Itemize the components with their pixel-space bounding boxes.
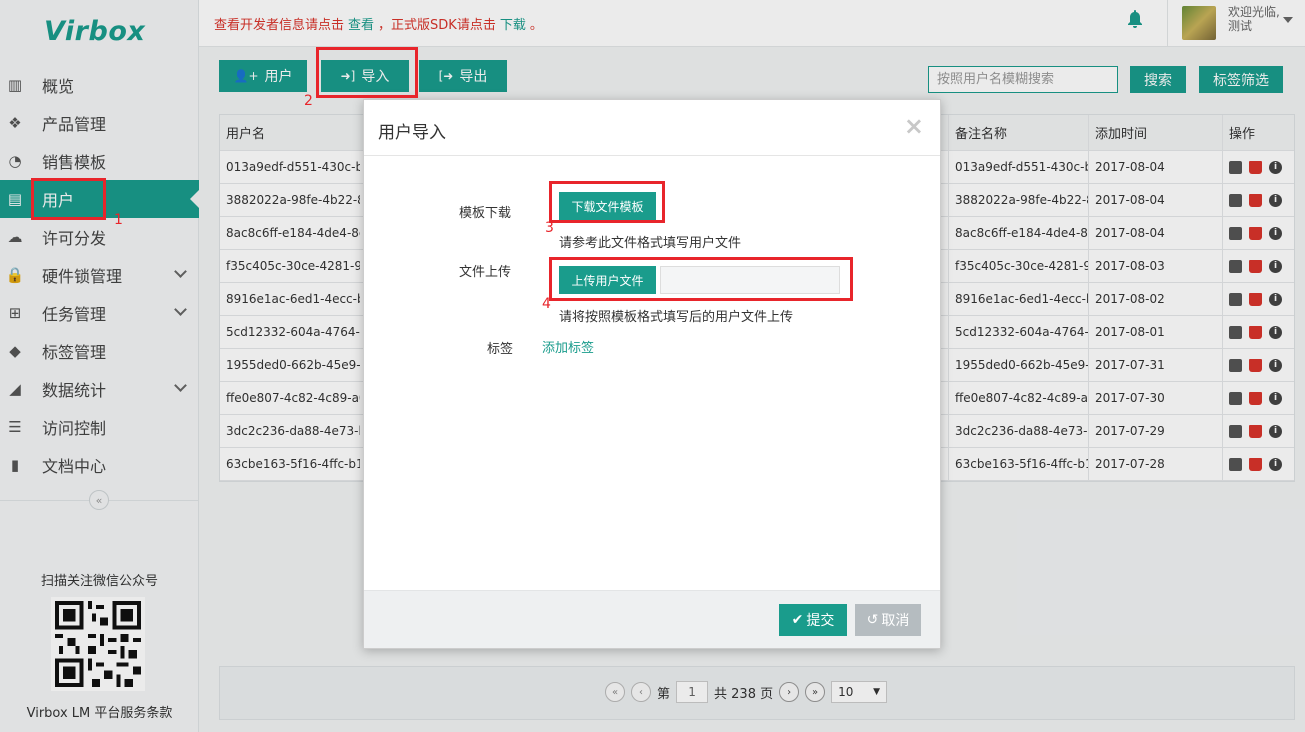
annotation-number-4: 4: [542, 296, 551, 312]
upload-hint: 请将按照模板格式填写后的用户文件上传: [559, 310, 794, 325]
annotation-box-3: [549, 181, 665, 223]
annotation-number-2: 2: [304, 93, 313, 109]
cancel-label: 取消: [881, 613, 910, 629]
annotation-number-3: 3: [545, 220, 554, 236]
dialog-footer: ✔ 提交 ↺ 取消: [364, 590, 940, 648]
dialog-title: 用户导入: [378, 123, 446, 143]
add-tag-link[interactable]: 添加标签: [542, 337, 594, 356]
annotation-box-1: [31, 178, 106, 220]
annotation-box-4: [549, 257, 853, 301]
tag-label: 标签: [487, 342, 514, 357]
annotation-box-2: [316, 47, 418, 98]
submit-label: 提交: [806, 613, 835, 629]
submit-button[interactable]: ✔ 提交: [779, 604, 847, 636]
download-hint: 请参考此文件格式填写用户文件: [559, 236, 742, 251]
cancel-button[interactable]: ↺ 取消: [855, 604, 921, 636]
close-icon[interactable]: ×: [904, 114, 924, 138]
file-upload-label: 文件上传: [459, 265, 512, 280]
undo-icon: ↺: [866, 612, 879, 628]
dialog-header: 用户导入 ×: [364, 100, 940, 156]
template-download-label: 模板下载: [459, 206, 512, 221]
annotation-number-1: 1: [114, 212, 123, 228]
check-icon: ✔: [791, 612, 804, 628]
